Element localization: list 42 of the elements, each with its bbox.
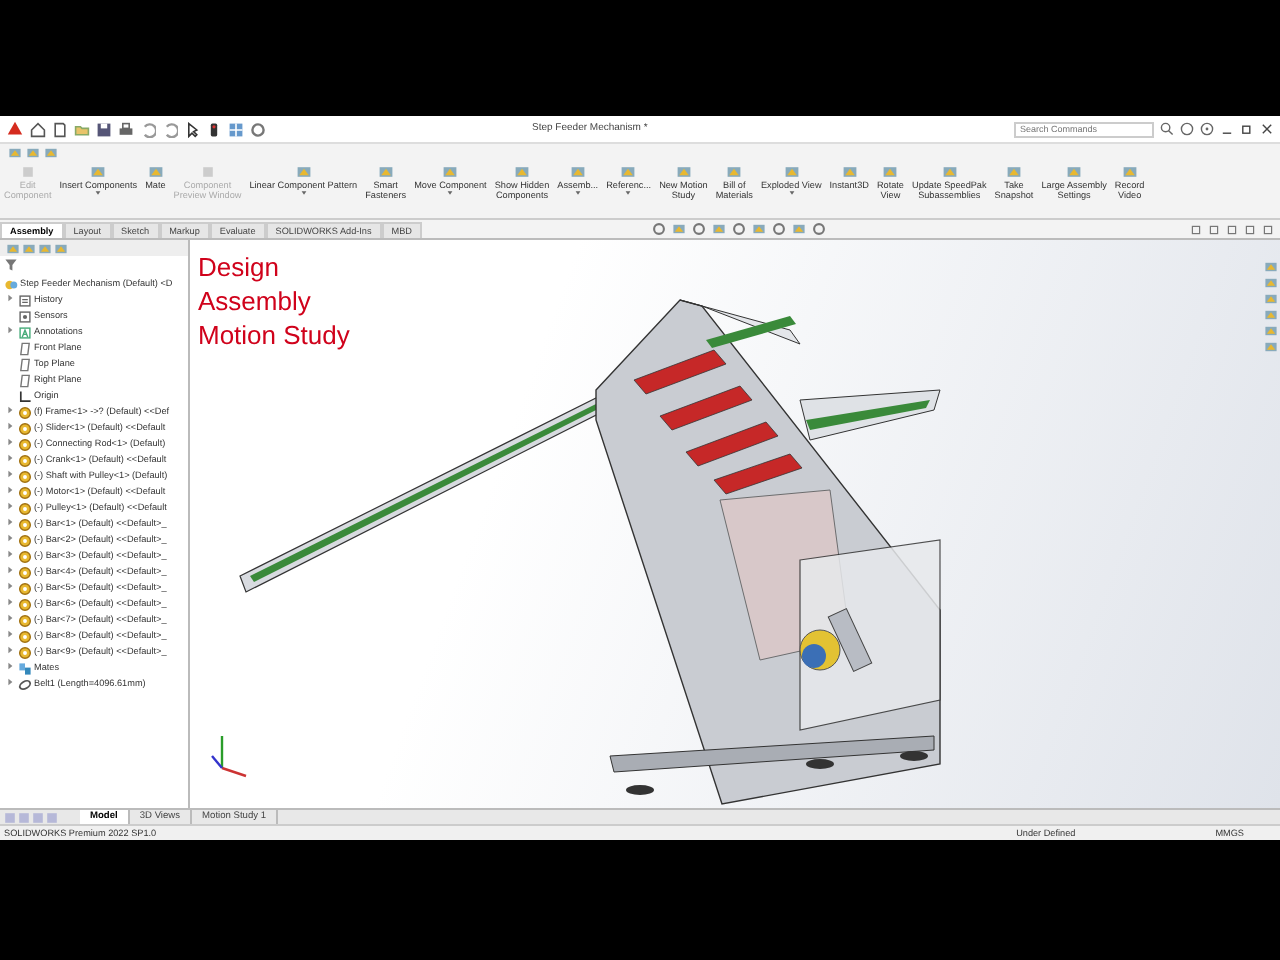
tool-icon	[90, 164, 107, 180]
tool-icon	[675, 164, 692, 180]
tool-icon	[783, 164, 800, 180]
tool-icon	[726, 164, 743, 180]
origin-icon	[18, 389, 32, 403]
expand-arrow-icon[interactable]	[6, 294, 14, 303]
help-icon[interactable]	[1200, 122, 1214, 136]
undo-icon[interactable]	[140, 121, 156, 137]
tool-icon	[882, 164, 899, 180]
tool-icon	[442, 164, 459, 180]
new-document-icon[interactable]	[52, 121, 68, 137]
tool-icon	[569, 164, 586, 180]
tool-icon	[295, 164, 312, 180]
assembly-icon	[4, 277, 18, 291]
tool-icon	[513, 164, 530, 180]
logo-icon	[6, 120, 24, 138]
annotation-icon	[18, 325, 32, 339]
tool-icon	[841, 164, 858, 180]
print-icon[interactable]	[118, 121, 134, 137]
tool-icon	[377, 164, 394, 180]
redo-icon[interactable]	[162, 121, 178, 137]
save-icon[interactable]	[96, 121, 112, 137]
search-icon[interactable]	[1160, 122, 1174, 136]
tool-icon	[147, 164, 164, 180]
traffic-light-icon[interactable]	[206, 121, 222, 137]
file-properties-icon[interactable]	[228, 121, 244, 137]
sensor-icon	[18, 309, 32, 323]
overlay-title-line: Design	[198, 252, 281, 286]
tool-icon	[941, 164, 958, 180]
expand-arrow-icon[interactable]	[6, 326, 14, 335]
belt-icon	[18, 677, 32, 691]
tool-icon	[1066, 164, 1083, 180]
overlay-title-line: Assembly	[198, 285, 313, 320]
tool-icon	[1121, 164, 1138, 180]
tool-icon	[1006, 164, 1022, 180]
tool-icon	[620, 164, 637, 180]
history-icon	[18, 293, 32, 307]
axis-triad-icon	[211, 736, 247, 778]
overlay-title-line: Motion Study	[198, 319, 350, 354]
mates-icon	[18, 661, 32, 675]
open-folder-icon[interactable]	[74, 121, 90, 137]
select-icon[interactable]	[184, 121, 200, 137]
